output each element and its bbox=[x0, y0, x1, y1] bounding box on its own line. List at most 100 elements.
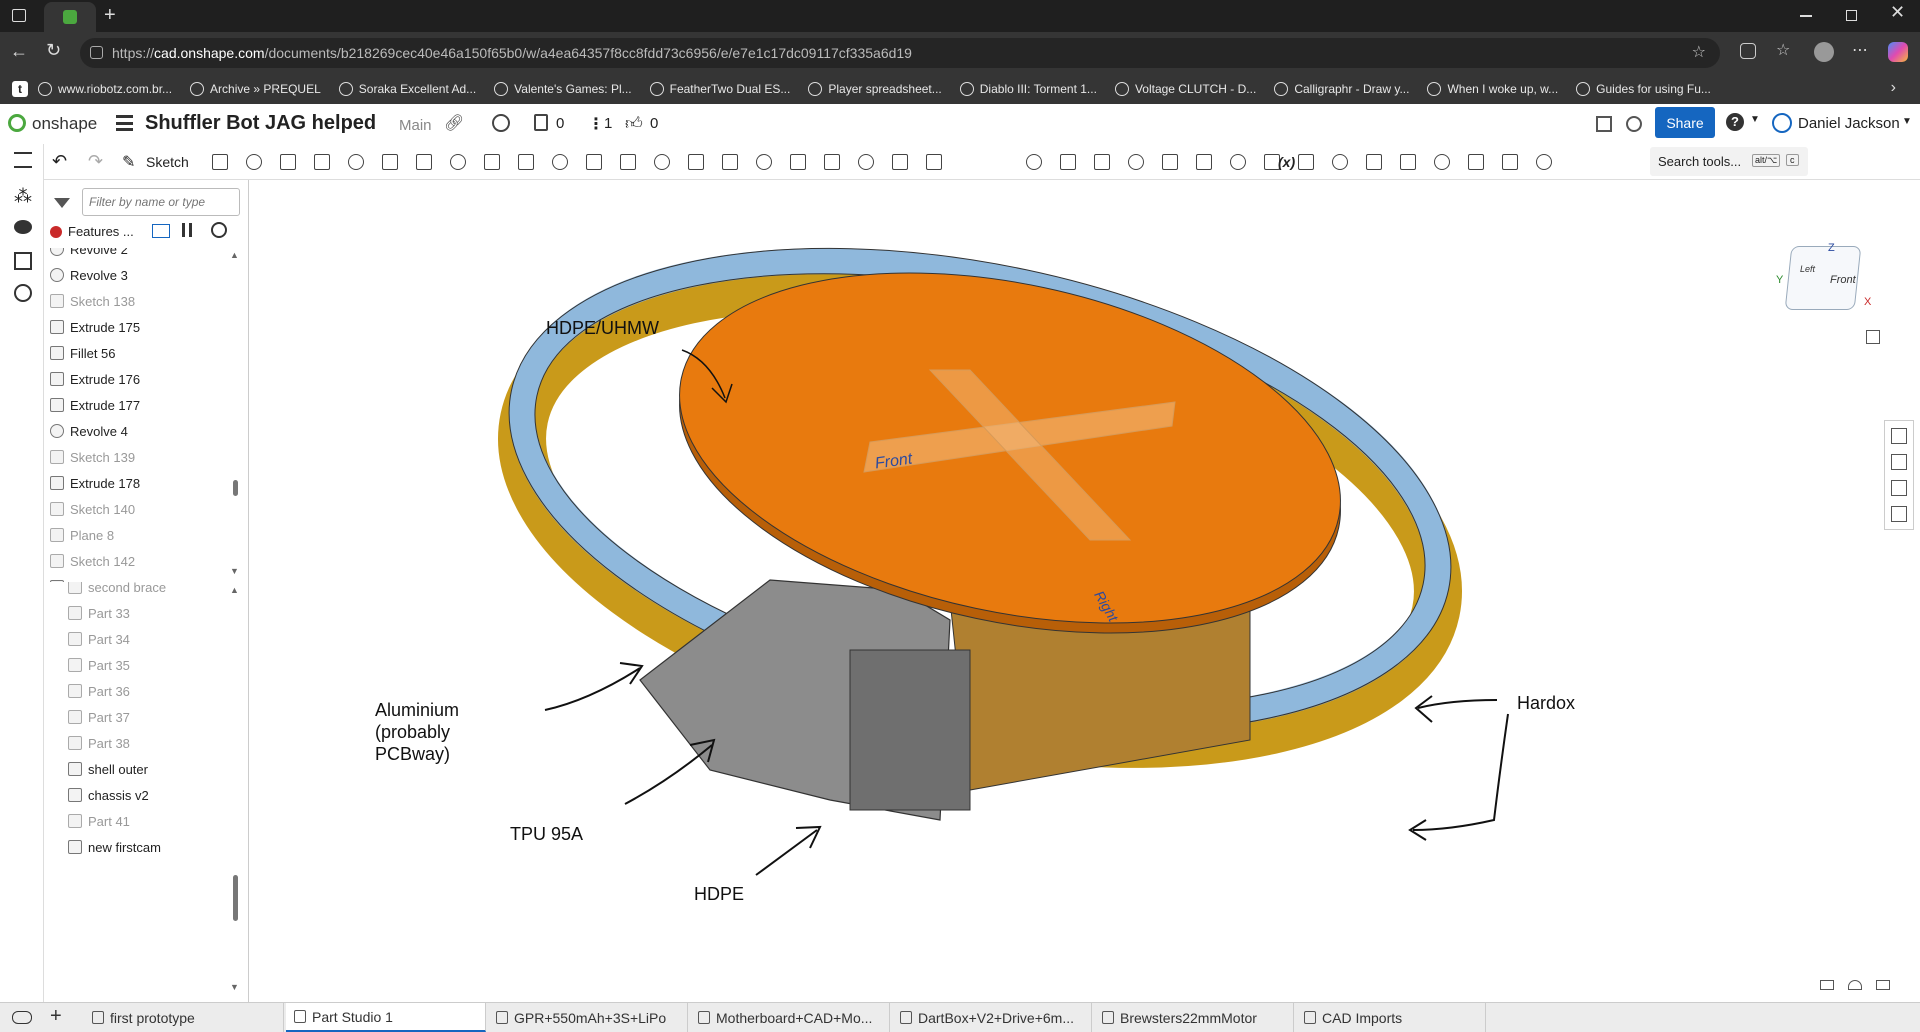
close-window-button[interactable]: ✕ bbox=[1890, 2, 1905, 23]
public-globe-icon[interactable] bbox=[492, 114, 510, 132]
extensions-icon[interactable] bbox=[1740, 43, 1756, 59]
document-tab[interactable]: Part Studio 1 bbox=[286, 1003, 486, 1032]
document-tab[interactable]: DartBox+V2+Drive+6m... bbox=[892, 1003, 1092, 1032]
curve-icon[interactable] bbox=[1128, 154, 1144, 170]
transform-icon[interactable] bbox=[756, 154, 772, 170]
sheet-metal-icon[interactable] bbox=[1298, 154, 1314, 170]
tab-icon[interactable] bbox=[1400, 154, 1416, 170]
like-icon[interactable]: 👍︎ bbox=[625, 113, 643, 134]
document-tab[interactable]: Brewsters22mmMotor bbox=[1094, 1003, 1294, 1032]
rib-icon[interactable] bbox=[518, 154, 534, 170]
document-tab[interactable]: GPR+550mAh+3S+LiPo bbox=[488, 1003, 688, 1032]
weld-icon[interactable] bbox=[1434, 154, 1450, 170]
parts-scrollbar[interactable] bbox=[233, 875, 238, 921]
part-item[interactable]: Part 38 bbox=[68, 732, 130, 754]
copilot-icon[interactable] bbox=[1888, 42, 1908, 62]
helix-icon[interactable] bbox=[1094, 154, 1110, 170]
feature-item[interactable]: Revolve 4 bbox=[50, 420, 128, 442]
mirror-icon[interactable] bbox=[654, 154, 670, 170]
offset-surface-icon[interactable] bbox=[926, 154, 942, 170]
bottom-view-icon-1[interactable] bbox=[1820, 980, 1834, 990]
feature-item[interactable]: Plane 8 bbox=[50, 524, 114, 546]
sketch-icon[interactable]: ✎ bbox=[122, 152, 135, 172]
boolean-icon[interactable] bbox=[688, 154, 704, 170]
shell-icon[interactable] bbox=[552, 154, 568, 170]
help-chevron-down-icon[interactable]: ▼ bbox=[1750, 114, 1760, 125]
features-scroll-up-icon[interactable]: ▲ bbox=[230, 250, 239, 260]
insert-icon[interactable] bbox=[1536, 154, 1552, 170]
bookmark-item[interactable]: Archive » PREQUEL bbox=[190, 82, 321, 96]
new-tab-button[interactable]: + bbox=[104, 4, 116, 27]
emboss-icon[interactable] bbox=[1196, 154, 1212, 170]
part-item[interactable]: chassis v2 bbox=[68, 784, 149, 806]
tumblr-bookmark-icon[interactable]: t bbox=[12, 81, 28, 97]
history-icon[interactable] bbox=[14, 284, 32, 302]
hamburger-menu-icon[interactable] bbox=[116, 115, 133, 131]
table-icon[interactable] bbox=[1468, 154, 1484, 170]
part-item[interactable]: Part 37 bbox=[68, 706, 130, 728]
variable-button[interactable]: (x) bbox=[1278, 154, 1295, 170]
back-icon[interactable]: ← bbox=[10, 41, 28, 62]
sidebar-toggle-icon[interactable] bbox=[12, 9, 26, 22]
add-tab-button[interactable]: + bbox=[50, 1005, 62, 1028]
url-input[interactable]: https://cad.onshape.com/documents/b21826… bbox=[80, 38, 1720, 68]
part-item[interactable]: Part 34 bbox=[68, 628, 130, 650]
favorites-icon[interactable]: ☆ bbox=[1776, 40, 1790, 60]
part-item[interactable]: Part 33 bbox=[68, 602, 130, 624]
app-store-icon[interactable] bbox=[1626, 116, 1642, 132]
features-label[interactable]: Features ... bbox=[68, 224, 134, 239]
derived-icon[interactable] bbox=[1230, 154, 1246, 170]
bookmark-item[interactable]: www.riobotz.com.br... bbox=[38, 82, 172, 96]
thicken-icon[interactable] bbox=[382, 154, 398, 170]
view-cube[interactable]: Z Front Left Y X bbox=[1770, 230, 1880, 340]
user-chevron-down-icon[interactable]: ▼ bbox=[1902, 116, 1912, 127]
bookmark-item[interactable]: Voltage CLUTCH - D... bbox=[1114, 82, 1256, 96]
graphics-viewport[interactable]: Front Right HDPE/UHMW Aluminium (probabl… bbox=[250, 180, 1920, 1002]
modify-fillet-icon[interactable] bbox=[824, 154, 840, 170]
bookmark-item[interactable]: Guides for using Fu... bbox=[1576, 82, 1711, 96]
parts-scroll-up-icon[interactable]: ▲ bbox=[230, 585, 239, 595]
feature-item[interactable]: Fillet 56 bbox=[50, 342, 116, 364]
section-view-icon[interactable] bbox=[1891, 480, 1907, 496]
measure-icon[interactable] bbox=[1891, 506, 1907, 522]
redo-icon[interactable]: ↷ bbox=[88, 151, 103, 172]
restore-button[interactable] bbox=[1846, 10, 1857, 21]
bookmark-item[interactable]: Diablo III: Torment 1... bbox=[959, 82, 1097, 96]
onshape-logo-text[interactable]: onshape bbox=[32, 114, 97, 134]
profile-avatar[interactable] bbox=[1814, 42, 1834, 62]
minimize-button[interactable] bbox=[1800, 15, 1812, 17]
extrude-icon[interactable] bbox=[246, 154, 262, 170]
part-item[interactable]: Part 41 bbox=[68, 810, 130, 832]
undo-icon[interactable]: ↶ bbox=[52, 151, 67, 172]
link-icon[interactable]: 🔗︎ bbox=[444, 113, 464, 133]
bookmark-item[interactable]: Valente's Games: Pl... bbox=[494, 82, 632, 96]
user-avatar-icon[interactable] bbox=[1772, 113, 1792, 133]
onshape-logo-icon[interactable] bbox=[8, 114, 26, 132]
split-icon[interactable] bbox=[722, 154, 738, 170]
replace-face-icon[interactable] bbox=[892, 154, 908, 170]
frame-icon[interactable] bbox=[1332, 154, 1348, 170]
wrap-icon[interactable] bbox=[1162, 154, 1178, 170]
sweep-icon[interactable] bbox=[314, 154, 330, 170]
document-tab[interactable]: first prototype bbox=[84, 1003, 284, 1032]
part-item[interactable]: Part 35 bbox=[68, 654, 130, 676]
features-scrollbar[interactable] bbox=[233, 480, 238, 496]
flange-icon[interactable] bbox=[1366, 154, 1382, 170]
chamfer-icon[interactable] bbox=[450, 154, 466, 170]
custom-feature-icon[interactable] bbox=[1502, 154, 1518, 170]
draft-icon[interactable] bbox=[484, 154, 500, 170]
rollback-timer-icon[interactable] bbox=[211, 222, 227, 238]
document-tab[interactable]: Motherboard+CAD+Mo... bbox=[690, 1003, 890, 1032]
view-cube-left-label[interactable]: Left bbox=[1800, 264, 1815, 274]
feature-item[interactable]: Extrude 176 bbox=[50, 368, 140, 390]
filter-input[interactable] bbox=[82, 188, 240, 216]
feature-item[interactable]: Revolve 2 bbox=[50, 248, 128, 260]
parts-icon[interactable] bbox=[14, 252, 32, 270]
cad-model[interactable] bbox=[250, 180, 1920, 1002]
view-cube-front-label[interactable]: Front bbox=[1830, 274, 1856, 286]
tab-manager-icon[interactable] bbox=[12, 1011, 32, 1024]
plane-icon[interactable] bbox=[1026, 154, 1042, 170]
bookmark-item[interactable]: Player spreadsheet... bbox=[808, 82, 942, 96]
mate-connector-icon[interactable] bbox=[1060, 154, 1076, 170]
share-button[interactable]: Share bbox=[1655, 107, 1715, 138]
